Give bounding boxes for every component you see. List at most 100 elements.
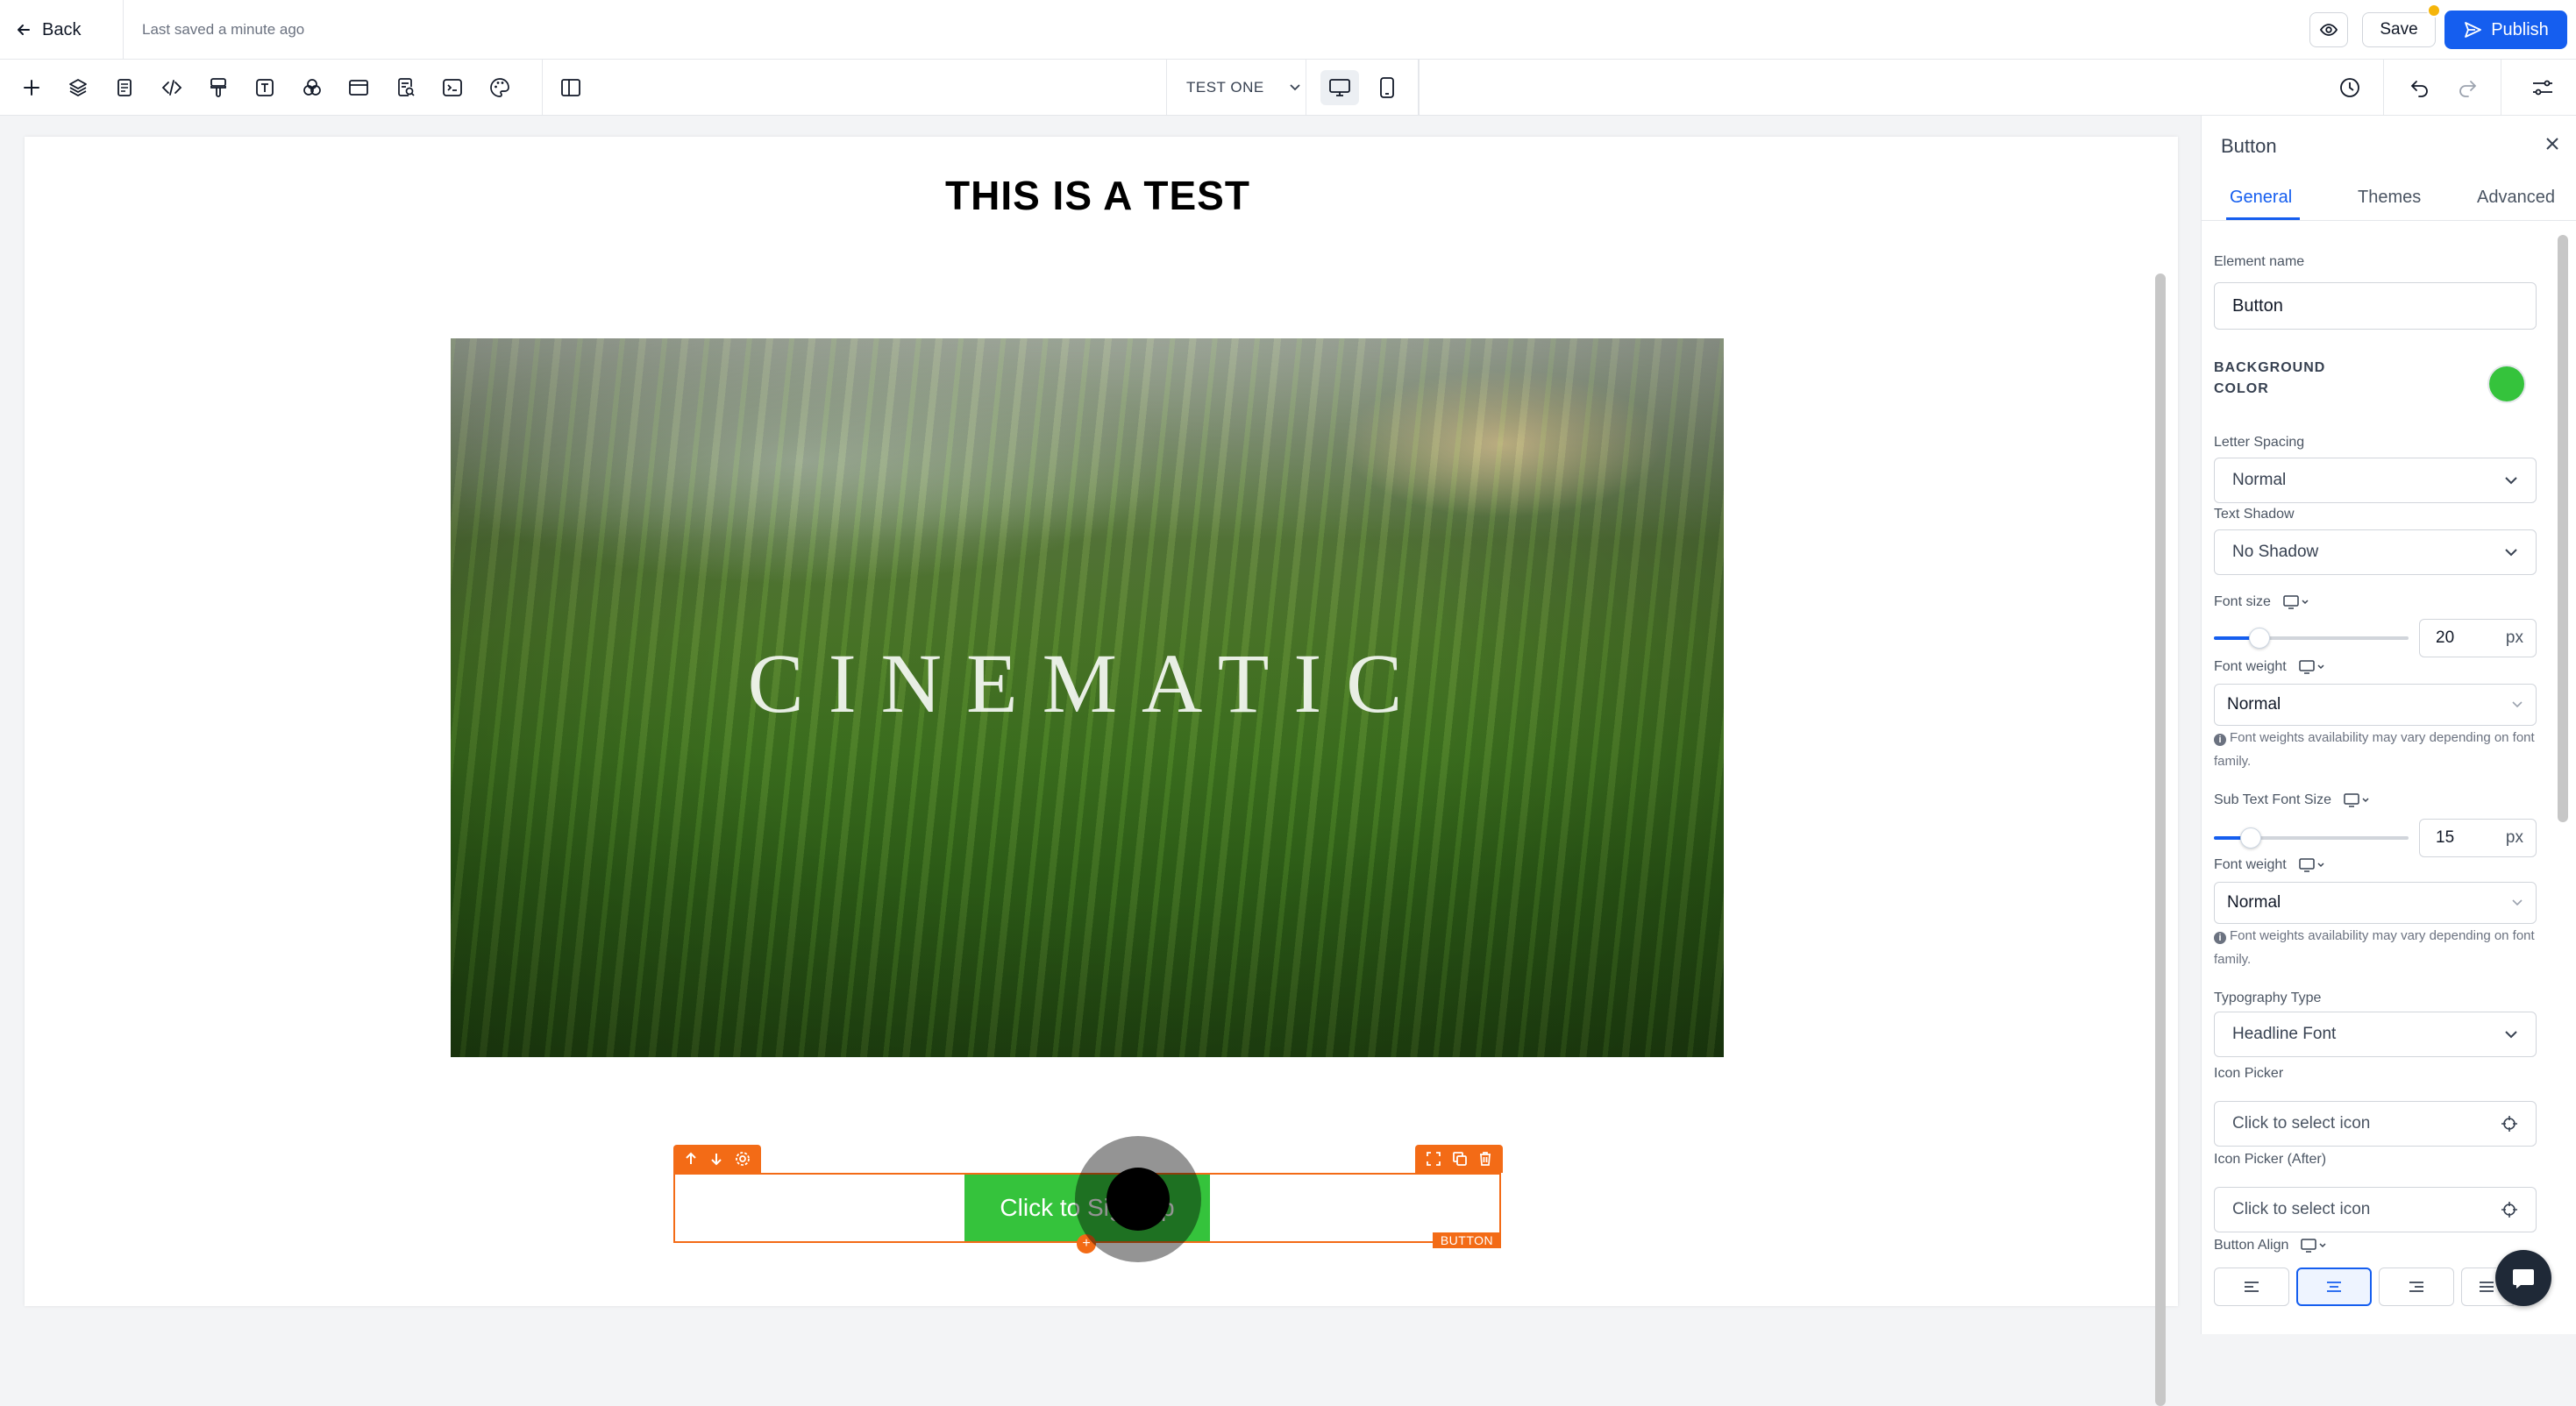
- icon-picker-after-field[interactable]: Click to select icon: [2214, 1187, 2537, 1232]
- top-bar: Back Last saved a minute ago Save Publis…: [0, 0, 2576, 60]
- font-size-input[interactable]: 20 px: [2419, 619, 2537, 657]
- sub-font-weight-select[interactable]: Normal: [2214, 882, 2537, 924]
- redo-icon[interactable]: [2453, 74, 2481, 102]
- text-icon[interactable]: [251, 74, 279, 102]
- page-headline[interactable]: THIS IS A TEST: [945, 172, 1250, 219]
- layers-icon[interactable]: [64, 74, 92, 102]
- code-icon[interactable]: [158, 74, 186, 102]
- chat-bubble-icon: [2513, 1269, 2534, 1289]
- section-icon[interactable]: [345, 74, 373, 102]
- expand-icon[interactable]: [1426, 1151, 1441, 1167]
- hero-image[interactable]: CINEMATIC: [451, 338, 1724, 1057]
- icon-picker-after-label: Icon Picker (After): [2214, 1152, 2327, 1167]
- colors-icon[interactable]: [298, 74, 326, 102]
- layout-columns-icon[interactable]: [557, 74, 585, 102]
- publish-button[interactable]: Publish: [2444, 11, 2567, 49]
- canvas-scrollbar[interactable]: [2155, 273, 2166, 1406]
- align-right-icon: [2409, 1282, 2423, 1292]
- tab-themes[interactable]: Themes: [2358, 188, 2421, 208]
- mobile-icon: [1380, 77, 1394, 98]
- active-tab-indicator: [2226, 217, 2300, 220]
- gear-icon[interactable]: [735, 1151, 751, 1167]
- save-button[interactable]: Save: [2362, 12, 2436, 47]
- save-status: Last saved a minute ago: [142, 21, 305, 38]
- font-weight-label: Font weight: [2214, 659, 2287, 674]
- font-weight-select[interactable]: Normal: [2214, 684, 2537, 726]
- font-weight-value: Normal: [2227, 695, 2281, 714]
- icon-picker-field[interactable]: Click to select icon: [2214, 1101, 2537, 1147]
- duplicate-icon[interactable]: [1452, 1151, 1468, 1167]
- sub-font-size-slider[interactable]: [2214, 827, 2409, 849]
- page-search-icon[interactable]: [392, 74, 420, 102]
- align-center-button[interactable]: [2296, 1268, 2372, 1306]
- sub-font-size-value: 15: [2436, 828, 2455, 847]
- typography-select[interactable]: Headline Font: [2214, 1012, 2537, 1057]
- panel-scrollbar[interactable]: [2558, 235, 2568, 822]
- history-icon[interactable]: [2336, 74, 2364, 102]
- desktop-device-icon[interactable]: [2301, 1239, 2327, 1253]
- preview-button[interactable]: [2309, 12, 2348, 47]
- pages-icon[interactable]: [110, 74, 139, 102]
- desktop-view-button[interactable]: [1320, 70, 1359, 105]
- cursor-dot: [1107, 1168, 1170, 1231]
- page-select-dropdown[interactable]: TEST ONE: [1166, 60, 1306, 116]
- hero-title: CINEMATIC: [747, 636, 1427, 730]
- sub-font-size-label: Sub Text Font Size: [2214, 792, 2331, 807]
- mobile-view-button[interactable]: [1368, 70, 1406, 105]
- align-justify-icon: [2480, 1282, 2494, 1292]
- sub-font-size-slider-knob[interactable]: [2240, 827, 2261, 849]
- settings-sliders-icon[interactable]: [2529, 74, 2557, 102]
- sub-font-size-label-row: Sub Text Font Size: [2214, 792, 2370, 808]
- align-right-button[interactable]: [2379, 1268, 2454, 1306]
- chevron-down-icon: [2505, 1031, 2517, 1039]
- arrow-up-icon[interactable]: [684, 1151, 698, 1167]
- icon-picker-placeholder: Click to select icon: [2232, 1114, 2371, 1133]
- desktop-device-icon[interactable]: [2283, 595, 2309, 609]
- font-size-label: Font size: [2214, 594, 2271, 609]
- properties-panel: Button General Themes Advanced Element n…: [2201, 116, 2576, 1334]
- chevron-down-icon: [2512, 701, 2523, 708]
- editor-toolbar: TEST ONE: [0, 60, 2576, 116]
- align-left-button[interactable]: [2214, 1268, 2289, 1306]
- letter-spacing-select[interactable]: Normal: [2214, 458, 2537, 503]
- background-color-swatch[interactable]: [2489, 366, 2524, 401]
- desktop-device-icon[interactable]: [2344, 793, 2370, 807]
- paint-brush-icon[interactable]: [204, 74, 232, 102]
- sub-font-size-input[interactable]: 15 px: [2419, 819, 2537, 857]
- desktop-icon: [1329, 79, 1350, 96]
- chat-support-button[interactable]: [2495, 1250, 2551, 1306]
- terminal-icon[interactable]: [438, 74, 466, 102]
- font-size-slider-knob[interactable]: [2249, 628, 2270, 649]
- back-button[interactable]: Back: [16, 16, 81, 44]
- background-color-label: BACKGROUND COLOR: [2214, 358, 2325, 400]
- sub-font-weight-note-text: Font weights availability may vary depen…: [2214, 928, 2535, 967]
- info-icon: i: [2214, 734, 2226, 746]
- trash-icon[interactable]: [1478, 1151, 1492, 1167]
- tab-advanced[interactable]: Advanced: [2477, 188, 2555, 208]
- typography-value: Headline Font: [2232, 1025, 2337, 1043]
- background-color-label-line2: COLOR: [2214, 381, 2269, 396]
- plus-icon[interactable]: [18, 74, 46, 102]
- undo-icon[interactable]: [2406, 74, 2434, 102]
- letter-spacing-value: Normal: [2232, 471, 2287, 489]
- close-panel-button[interactable]: [2538, 130, 2566, 158]
- arrow-down-icon[interactable]: [709, 1151, 723, 1167]
- text-shadow-select[interactable]: No Shadow: [2214, 529, 2537, 575]
- element-name-field[interactable]: Button: [2214, 282, 2537, 330]
- font-size-unit: px: [2505, 628, 2523, 647]
- panel-title: Button: [2221, 135, 2277, 157]
- back-label: Back: [42, 19, 82, 39]
- send-icon: [2465, 22, 2482, 38]
- publish-label: Publish: [2491, 19, 2549, 39]
- desktop-device-icon[interactable]: [2298, 660, 2325, 674]
- text-shadow-label: Text Shadow: [2214, 507, 2295, 522]
- desktop-device-icon[interactable]: [2298, 858, 2325, 872]
- font-weight-note-text: Font weights availability may vary depen…: [2214, 730, 2535, 769]
- sub-font-weight-label: Font weight: [2214, 857, 2287, 872]
- palette-icon[interactable]: [486, 74, 514, 102]
- button-align-label: Button Align: [2214, 1238, 2289, 1253]
- align-left-icon: [2245, 1282, 2259, 1292]
- tab-general[interactable]: General: [2230, 188, 2292, 208]
- selection-toolbar-right: [1415, 1145, 1503, 1173]
- font-size-slider[interactable]: [2214, 628, 2409, 649]
